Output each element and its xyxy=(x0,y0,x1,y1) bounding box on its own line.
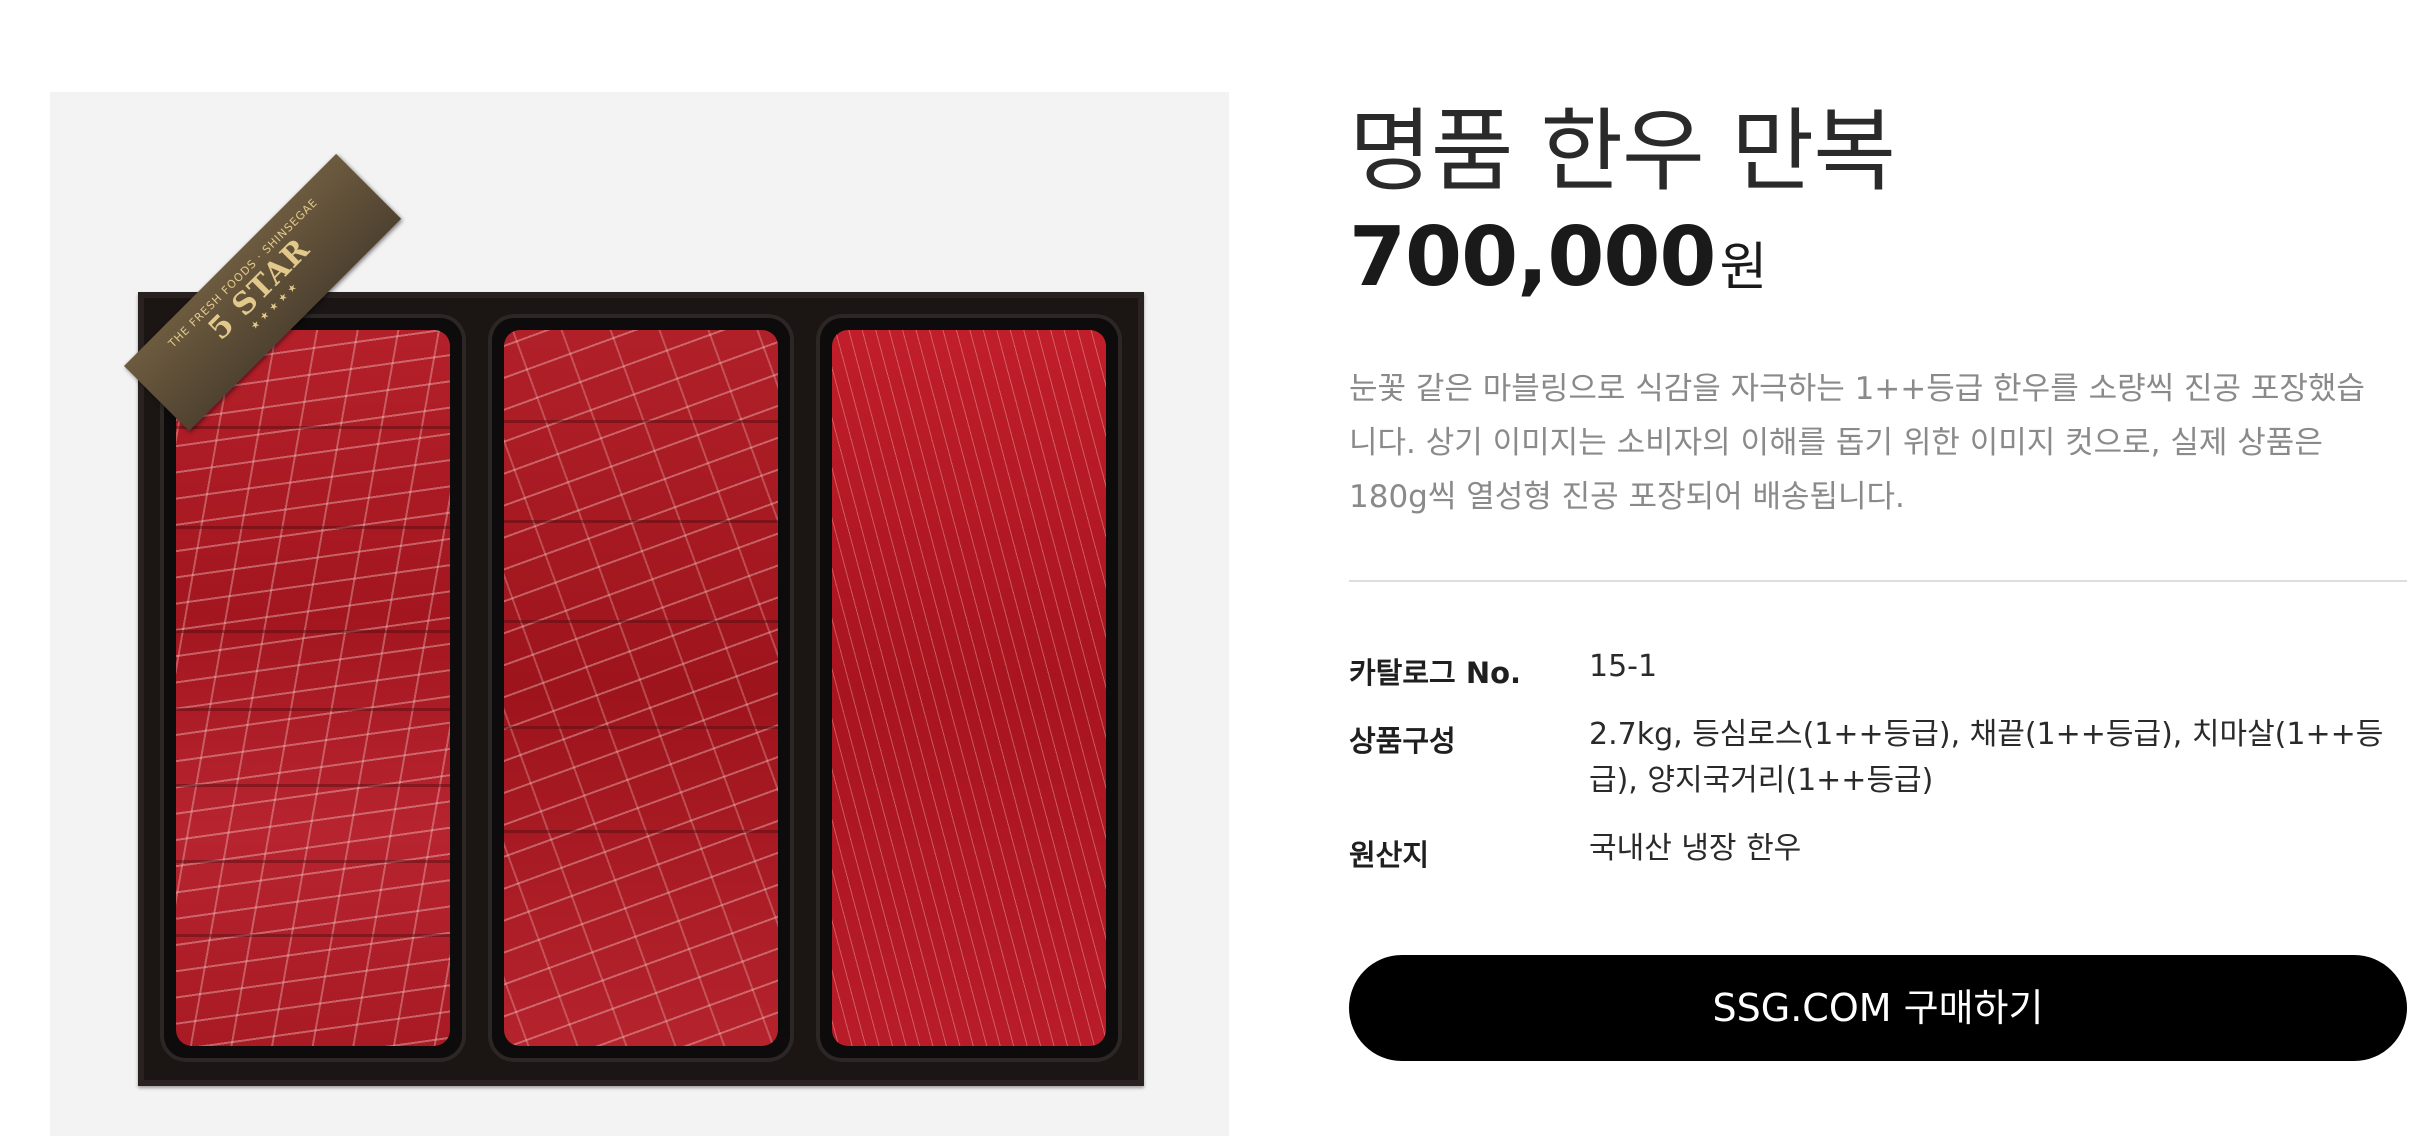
slice-divider xyxy=(176,860,450,863)
meat-tray-left xyxy=(160,314,466,1062)
striated-beef-block xyxy=(832,330,1106,1046)
slice-divider xyxy=(176,708,450,711)
spec-value-composition: 2.7kg, 등심로스(1++등급), 채끝(1++등급), 치마살(1++등급… xyxy=(1589,717,2384,798)
buy-on-ssg-button[interactable]: SSG.COM 구매하기 xyxy=(1349,955,2407,1061)
slice-divider xyxy=(176,784,450,787)
slice-divider xyxy=(176,526,450,529)
slice-divider xyxy=(504,726,778,729)
slice-divider xyxy=(504,420,778,423)
product-image: THE FRESH FOODS · SHINSEGAE 5 STAR ★★★★★ xyxy=(124,153,1144,1086)
product-description: 눈꽃 같은 마블링으로 식감을 자극하는 1++등급 한우를 소량씩 진공 포장… xyxy=(1349,371,2365,515)
spec-value-catalog: 15-1 xyxy=(1589,649,1658,684)
slice-divider xyxy=(176,426,450,429)
spec-value-origin: 국내산 냉장 한우 xyxy=(1589,831,1802,866)
meat-tray-center xyxy=(488,314,794,1062)
marbled-beef-slices xyxy=(176,330,450,1046)
price-value: 700,000 xyxy=(1349,210,1716,305)
spec-label-catalog: 카탈로그 No. xyxy=(1349,656,1522,690)
slice-divider xyxy=(504,620,778,623)
rolled-beef-slices xyxy=(504,330,778,1046)
slice-divider xyxy=(176,630,450,633)
meat-tray-right xyxy=(816,314,1122,1062)
product-title: 명품 한우 만복 xyxy=(1349,99,1896,204)
spec-label-composition: 상품구성 xyxy=(1349,724,1456,758)
product-detail-page: THE FRESH FOODS · SHINSEGAE 5 STAR ★★★★★… xyxy=(0,0,2418,1136)
section-divider xyxy=(1349,580,2407,582)
product-price: 700,000원 xyxy=(1349,210,1767,305)
slice-divider xyxy=(176,934,450,937)
slice-divider xyxy=(504,830,778,833)
spec-label-origin: 원산지 xyxy=(1349,838,1430,872)
slice-divider xyxy=(504,520,778,523)
price-unit: 원 xyxy=(1719,238,1768,298)
product-image-panel: THE FRESH FOODS · SHINSEGAE 5 STAR ★★★★★ xyxy=(50,92,1229,1136)
